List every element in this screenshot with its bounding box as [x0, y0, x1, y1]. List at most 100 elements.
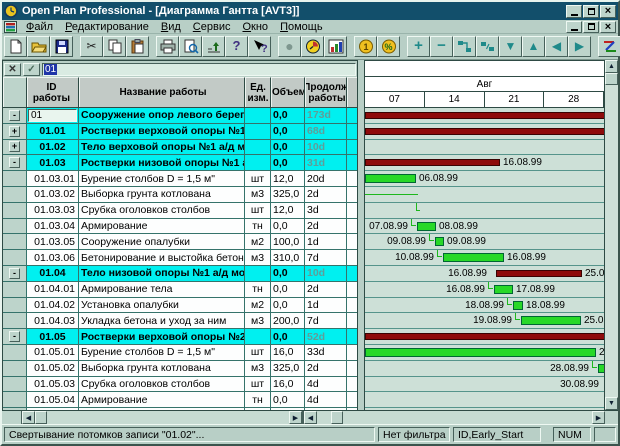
table-row[interactable]: 01.03.04Армированиетн0,02d: [3, 219, 357, 235]
table-row[interactable]: -01.04Тело низовой опоры №1 а/д моста0,0…: [3, 266, 357, 282]
confirm-edit-button[interactable]: ✓: [23, 63, 40, 76]
table-row[interactable]: 01.03.02Выборка грунта котлованам3325,02…: [3, 187, 357, 203]
add-activity-button[interactable]: +: [407, 36, 430, 57]
table-row[interactable]: 01.03.03Срубка оголовков столбовшт12,03d: [3, 203, 357, 219]
table-row[interactable]: 01.05.04Армированиетн0,04d: [3, 392, 357, 408]
summary-bar[interactable]: [496, 270, 582, 277]
scroll-left-button[interactable]: ◀: [22, 411, 35, 424]
context-help-button[interactable]: ?: [248, 36, 271, 57]
print-preview-button[interactable]: [179, 36, 202, 57]
child-restore-button[interactable]: [583, 21, 599, 33]
gantt-view-button[interactable]: [598, 36, 620, 57]
hscroll-thumb[interactable]: [35, 411, 47, 424]
help-button[interactable]: ?: [225, 36, 248, 57]
delete-activity-button[interactable]: −: [430, 36, 453, 57]
save-button[interactable]: [50, 36, 73, 57]
expand-button[interactable]: +: [9, 141, 20, 152]
baseline-circle-button[interactable]: ●: [278, 36, 301, 57]
summary-bar[interactable]: [365, 112, 604, 119]
percent-complete-button[interactable]: %: [377, 36, 400, 57]
gantt-hscrollbar[interactable]: ◀ ▶: [304, 411, 605, 424]
new-button[interactable]: [4, 36, 27, 57]
menu-item-view[interactable]: Вид: [155, 21, 187, 33]
table-row[interactable]: 01.04.03Укладка бетона и уход за нимм320…: [3, 313, 357, 329]
collapse-button[interactable]: -: [9, 157, 20, 168]
table-row[interactable]: -01.03Ростверки низовой опоры №1 а/д м0,…: [3, 155, 357, 171]
table-row[interactable]: 01.04.02Установка опалубким20,01d: [3, 298, 357, 314]
restore-button[interactable]: [583, 5, 599, 18]
summary-bar[interactable]: [365, 128, 604, 135]
vscroll-thumb[interactable]: [605, 73, 618, 85]
task-bar[interactable]: [521, 316, 581, 325]
summary-bar[interactable]: [365, 159, 500, 166]
hscroll-track[interactable]: [343, 411, 592, 424]
table-row[interactable]: 01.05.02Выборка грунта котлованам3325,02…: [3, 361, 357, 377]
unlink-activities-button[interactable]: [476, 36, 499, 57]
print-button[interactable]: [156, 36, 179, 57]
cut-button[interactable]: ✂: [80, 36, 103, 57]
hscroll-thumb[interactable]: [331, 411, 343, 424]
paste-button[interactable]: [126, 36, 149, 57]
collapse-button[interactable]: -: [9, 268, 20, 279]
table-row[interactable]: -01.05Ростверки верховой опоры №2 а/д0,0…: [3, 329, 357, 345]
table-row[interactable]: 01.03.06Бетонирование и выстойка бетонам…: [3, 250, 357, 266]
scroll-down-button[interactable]: ▼: [605, 397, 618, 410]
link-activities-button[interactable]: [453, 36, 476, 57]
scroll-right-button[interactable]: ▶: [592, 411, 605, 424]
activity-name-cell: Тело низовой опоры №1 а/д моста: [79, 266, 245, 281]
arrow-down-button[interactable]: ▼: [499, 36, 522, 57]
task-bar[interactable]: [365, 348, 596, 357]
scroll-up-button[interactable]: ▲: [605, 60, 618, 73]
arrow-up-button[interactable]: ▲: [522, 36, 545, 57]
table-row[interactable]: 01.04.01Армирование телатн0,02d: [3, 282, 357, 298]
menu-item-service[interactable]: Сервис: [187, 21, 237, 33]
collapse-button[interactable]: -: [9, 331, 20, 342]
inline-id-editor[interactable]: 01: [28, 109, 77, 122]
menu-item-help[interactable]: Помощь: [274, 21, 329, 33]
record-id-input[interactable]: 01: [42, 63, 356, 76]
menu-item-edit[interactable]: Редактирование: [59, 21, 155, 33]
time-analysis-button[interactable]: [301, 36, 324, 57]
document-system-icon[interactable]: [4, 21, 17, 33]
expand-button[interactable]: +: [9, 126, 20, 137]
task-bar[interactable]: [598, 364, 604, 373]
menu-item-window[interactable]: Окно: [236, 21, 274, 33]
task-bar[interactable]: [443, 253, 504, 262]
child-minimize-button[interactable]: [566, 21, 582, 33]
vscroll-track[interactable]: [605, 85, 618, 397]
cost-button[interactable]: 1: [354, 36, 377, 57]
copy-button[interactable]: [103, 36, 126, 57]
task-bar[interactable]: [417, 222, 436, 231]
task-bar[interactable]: [513, 301, 523, 310]
scroll-left-button[interactable]: ◀: [304, 411, 317, 424]
child-close-button[interactable]: ×: [600, 21, 616, 33]
arrow-right-button[interactable]: ▶: [568, 36, 591, 57]
menu-item-file[interactable]: Файл: [20, 21, 59, 33]
open-button[interactable]: [27, 36, 50, 57]
table-row[interactable]: +01.01Ростверки верховой опоры №1 а/д0,0…: [3, 124, 357, 140]
window-title: Open Plan Professional - [Диаграмма Гант…: [22, 5, 566, 17]
size-box[interactable]: [2, 411, 22, 424]
hscroll-track[interactable]: [317, 411, 331, 424]
table-row[interactable]: -01Сооружение опор левого берега0,0173d: [3, 108, 357, 124]
task-bar[interactable]: [365, 174, 416, 183]
minimize-button[interactable]: [566, 5, 582, 18]
table-row[interactable]: 01.05.03Срубка оголовков столбовшт16,04d: [3, 377, 357, 393]
vertical-scrollbar[interactable]: ▲ ▼: [605, 60, 618, 410]
table-row[interactable]: 01.05.01Бурение столбов D = 1,5 м"шт16,0…: [3, 345, 357, 361]
task-bar[interactable]: [435, 237, 444, 246]
scroll-right-button[interactable]: ▶: [289, 411, 302, 424]
hscroll-track[interactable]: [47, 411, 289, 424]
table-row[interactable]: 01.03.05Сооружение опалубким2100,01d: [3, 234, 357, 250]
cancel-edit-button[interactable]: ✕: [4, 63, 21, 76]
resource-histogram-button[interactable]: [324, 36, 347, 57]
arrow-left-button[interactable]: ◀: [545, 36, 568, 57]
table-row[interactable]: 01.03.01Бурение столбов D = 1,5 м"шт12,0…: [3, 171, 357, 187]
summary-bar[interactable]: [365, 333, 604, 340]
collapse-button[interactable]: -: [9, 110, 20, 121]
close-button[interactable]: ×: [600, 5, 616, 18]
table-hscrollbar[interactable]: ◀ ▶: [22, 411, 304, 424]
task-bar[interactable]: [494, 285, 513, 294]
rollup-button[interactable]: [202, 36, 225, 57]
table-row[interactable]: +01.02Тело верховой опоры №1 а/д моста0,…: [3, 140, 357, 156]
